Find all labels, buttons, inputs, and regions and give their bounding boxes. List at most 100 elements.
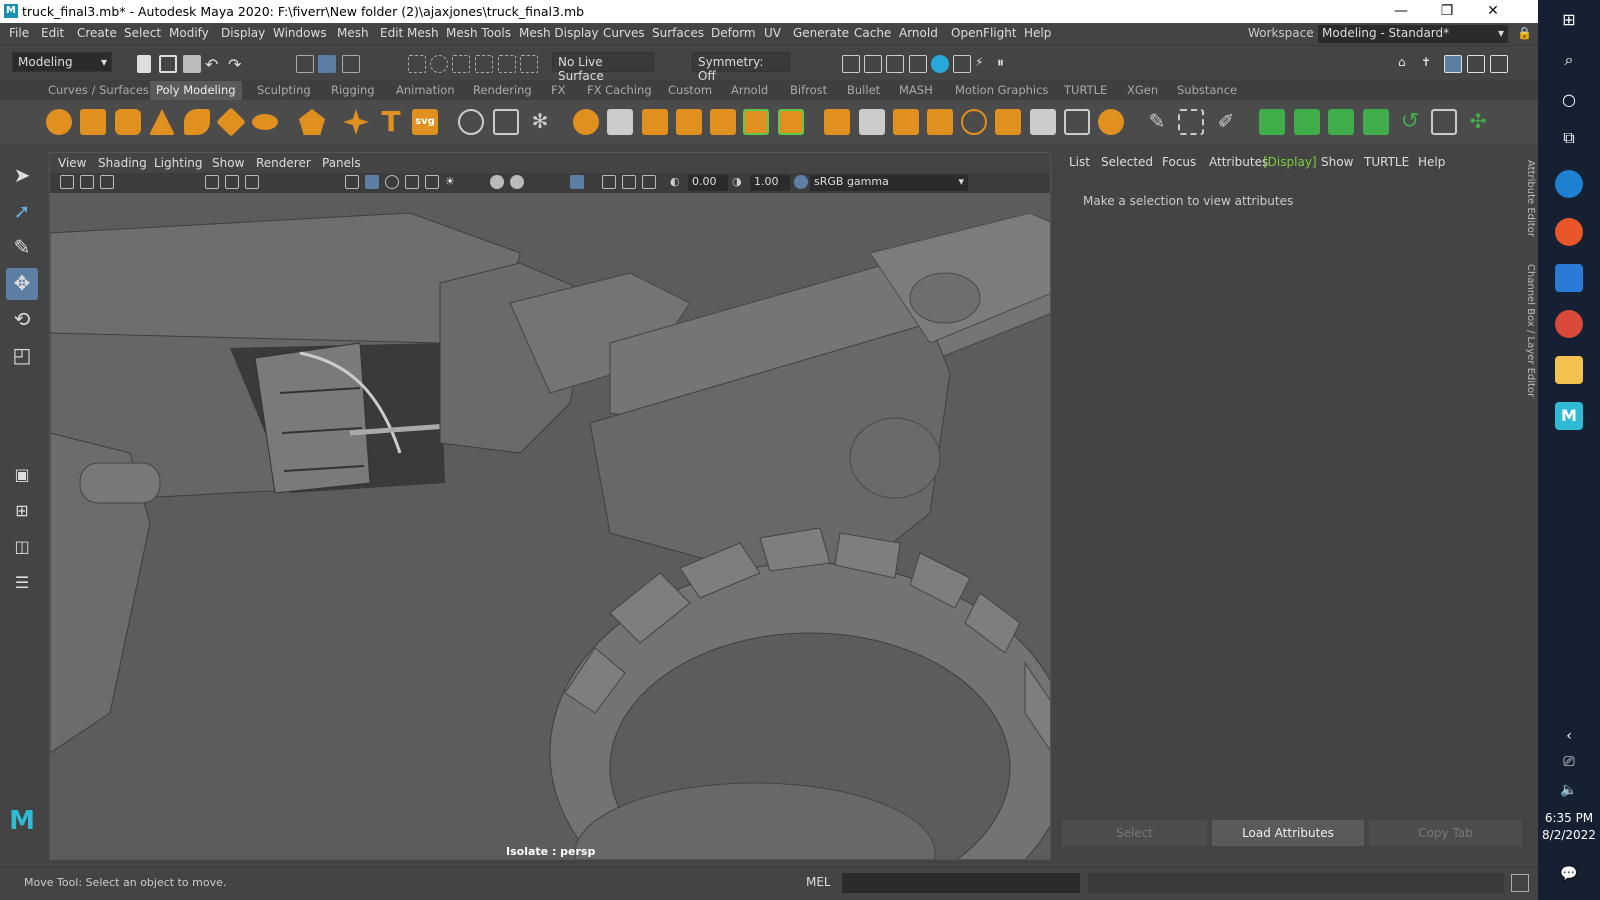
custom-green-3-icon[interactable] xyxy=(1328,109,1354,135)
quad-draw-icon[interactable] xyxy=(893,109,919,135)
tab-attribute-editor[interactable]: Attribute Editor xyxy=(1525,160,1536,237)
separate-icon[interactable] xyxy=(493,109,519,135)
snap-surface-icon[interactable] xyxy=(498,55,516,73)
lock-icon[interactable]: 🔒 xyxy=(1517,26,1532,40)
shelf-tab-xgen[interactable]: XGen xyxy=(1127,83,1158,97)
select-tool-icon[interactable]: ➤ xyxy=(6,160,38,192)
volume-icon[interactable]: 🔈 xyxy=(1555,776,1583,804)
render-frame-icon[interactable] xyxy=(842,55,860,73)
grid-toggle-icon[interactable] xyxy=(205,175,219,189)
menu-arnold[interactable]: Arnold xyxy=(899,26,938,40)
poly-cylinder-icon[interactable] xyxy=(115,109,141,135)
notifications-icon[interactable]: 💬 xyxy=(1555,860,1583,888)
custom-green-1-icon[interactable] xyxy=(1259,109,1285,135)
viewport-menu-panels[interactable]: Panels xyxy=(322,156,361,170)
custom-green-6-icon[interactable]: ✣ xyxy=(1465,109,1491,135)
menu-openflight[interactable]: OpenFlight xyxy=(951,26,1017,40)
isolate-select-icon[interactable] xyxy=(570,175,584,189)
shelf-tab-fx-caching[interactable]: FX Caching xyxy=(587,83,652,97)
automatic-mapping-icon[interactable] xyxy=(1098,109,1124,135)
task-view-icon[interactable]: ⧉ xyxy=(1555,124,1583,152)
poly-cone-icon[interactable] xyxy=(149,109,175,135)
snap-vertex-icon[interactable] xyxy=(520,55,538,73)
edge-browser-icon[interactable] xyxy=(1555,170,1583,198)
store-icon[interactable] xyxy=(1555,264,1583,292)
cortana-icon[interactable]: ○ xyxy=(1555,86,1583,114)
move-tool-icon[interactable]: ✥ xyxy=(6,268,38,300)
mode-dropdown[interactable]: Modeling ▾ xyxy=(12,52,112,72)
maya-taskbar-icon[interactable]: M xyxy=(1555,402,1583,430)
chrome-icon[interactable] xyxy=(1555,310,1583,338)
shelf-tab-bullet[interactable]: Bullet xyxy=(847,83,880,97)
shelf-tab-animation[interactable]: Animation xyxy=(396,83,455,97)
poly-sphere-icon[interactable] xyxy=(46,109,72,135)
viewport-menu-view[interactable]: View xyxy=(58,156,86,170)
poly-torus-icon[interactable] xyxy=(184,109,210,135)
search-icon[interactable]: ⌕ xyxy=(1555,46,1583,74)
load-attributes-button[interactable]: Load Attributes xyxy=(1212,820,1364,846)
tab-channel-box-layer-editor[interactable]: Channel Box / Layer Editor xyxy=(1525,264,1536,397)
poly-cube-icon[interactable] xyxy=(80,109,106,135)
scale-tool-icon[interactable]: ◰ xyxy=(6,340,38,372)
shelf-tab-motion-graphics[interactable]: Motion Graphics xyxy=(955,83,1048,97)
shelf-tab-fx[interactable]: FX xyxy=(551,83,566,97)
shelf-tab-turtle[interactable]: TURTLE xyxy=(1064,83,1107,97)
menu-uv[interactable]: UV xyxy=(764,26,781,40)
redo-icon[interactable]: ↷ xyxy=(228,55,246,74)
menu-generate[interactable]: Generate xyxy=(793,26,849,40)
shelf-tab-curves-surfaces[interactable]: Curves / Surfaces xyxy=(48,83,149,97)
ambient-occlusion-icon[interactable] xyxy=(510,175,524,189)
planar-mapping-icon[interactable] xyxy=(1064,109,1090,135)
menu-edit[interactable]: Edit xyxy=(41,26,64,40)
svg-tool-icon[interactable]: svg xyxy=(412,109,438,135)
shelf-tab-poly-modeling[interactable]: Poly Modeling xyxy=(150,81,242,100)
bevel-icon[interactable] xyxy=(710,109,736,135)
render-sequence-icon[interactable] xyxy=(864,55,882,73)
offset-edge-icon[interactable] xyxy=(995,109,1021,135)
chevron-left-icon[interactable]: ‹ xyxy=(1555,722,1583,750)
custom-green-4-icon[interactable] xyxy=(1363,109,1389,135)
attr-menu-display[interactable]: [Display] xyxy=(1263,155,1317,169)
render-view-icon[interactable] xyxy=(953,55,971,73)
x-ray-icon[interactable] xyxy=(425,175,439,189)
insert-edge-loop-icon[interactable] xyxy=(927,109,953,135)
human-ik-icon[interactable]: ✝ xyxy=(1421,55,1439,73)
platonic-solid-icon[interactable] xyxy=(299,109,325,135)
new-scene-icon[interactable] xyxy=(137,55,151,73)
mirror-icon[interactable] xyxy=(607,109,633,135)
script-editor-icon[interactable] xyxy=(1511,874,1529,892)
film-gate-icon[interactable] xyxy=(225,175,239,189)
viewport-menu-renderer[interactable]: Renderer xyxy=(256,156,311,170)
camera-attributes-icon[interactable] xyxy=(60,175,74,189)
open-scene-icon[interactable] xyxy=(159,55,177,73)
slide-edge-icon[interactable] xyxy=(1030,109,1056,135)
lasso-tool-icon[interactable]: ➚ xyxy=(6,196,38,228)
select-hierarchy-icon[interactable] xyxy=(296,55,314,73)
target-weld-icon[interactable] xyxy=(859,109,885,135)
shelf-tab-rigging[interactable]: Rigging xyxy=(331,83,375,97)
attr-menu-show[interactable]: Show xyxy=(1321,155,1353,169)
menu-file[interactable]: File xyxy=(9,26,29,40)
color-space-dropdown[interactable]: sRGB gamma ▾ xyxy=(810,175,968,191)
wireframe-icon[interactable] xyxy=(345,175,359,189)
backface-icon[interactable] xyxy=(642,175,656,189)
symmetry-field[interactable]: Symmetry: Off xyxy=(692,52,790,83)
outliner-layout-icon[interactable]: ☰ xyxy=(6,568,38,600)
type-tool-icon[interactable]: T xyxy=(378,108,404,136)
menu-mesh-tools[interactable]: Mesh Tools xyxy=(446,26,511,40)
soft-select-icon[interactable] xyxy=(961,109,987,135)
pause-icon[interactable]: ⏸ xyxy=(997,55,1015,73)
select-button[interactable]: Select xyxy=(1062,820,1207,846)
menu-modify[interactable]: Modify xyxy=(169,26,209,40)
bookmark-icon[interactable] xyxy=(80,175,94,189)
snap-point-icon[interactable] xyxy=(452,55,470,73)
lights-icon[interactable]: ☀ xyxy=(445,175,459,189)
modeling-toolkit-icon[interactable]: ⌂ xyxy=(1398,55,1416,73)
multi-cut-icon[interactable] xyxy=(824,109,850,135)
menu-mesh-display[interactable]: Mesh Display xyxy=(519,26,599,40)
close-button[interactable]: ✕ xyxy=(1470,0,1516,23)
extrude-icon[interactable] xyxy=(642,109,668,135)
workspace-dropdown[interactable]: Modeling - Standard* ▾ xyxy=(1318,25,1508,43)
viewport-menu-show[interactable]: Show xyxy=(212,156,244,170)
file-explorer-icon[interactable] xyxy=(1555,356,1583,384)
